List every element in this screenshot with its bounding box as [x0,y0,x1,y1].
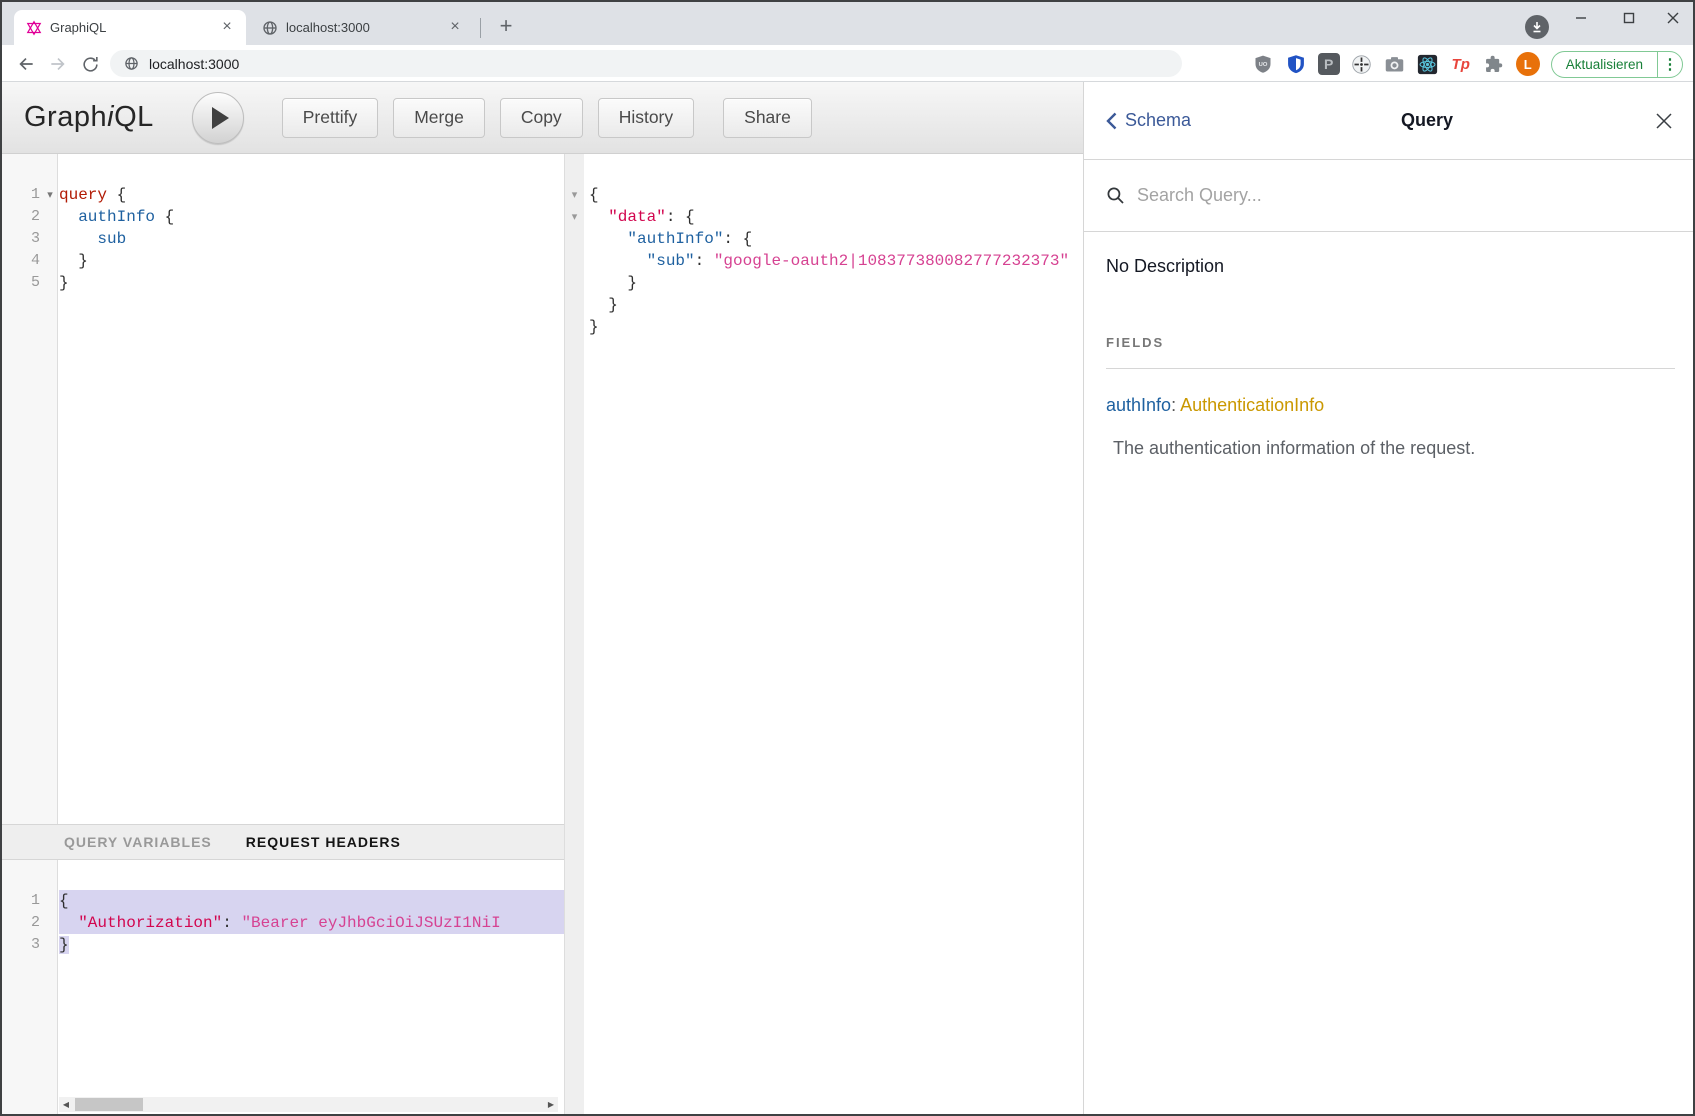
code-line[interactable]: authInfo { [59,206,564,228]
execute-query-button[interactable] [192,92,244,144]
tab-request-headers[interactable]: REQUEST HEADERS [246,834,401,850]
code-line: "authInfo": { [589,228,1083,250]
browser-toolbar: localhost:3000 UO P [2,45,1693,82]
window-close-button[interactable] [1650,2,1695,34]
fold-arrow-icon[interactable]: ▾ [43,184,57,206]
doc-search-input[interactable] [1137,185,1675,206]
play-icon [212,107,229,129]
code-line[interactable]: } [59,250,564,272]
globe-favicon-icon [262,20,278,36]
tab-graphiql[interactable]: GraphiQL × [14,10,246,45]
tab-title: localhost:3000 [286,20,438,35]
doc-explorer-header: Schema Query [1084,82,1695,160]
extensions-row: UO P [1252,49,1683,79]
crosshair-extension-icon[interactable] [1351,53,1373,75]
code-line: } [589,316,1083,338]
query-editor[interactable]: 1 2 3 4 5 ▾ query { authInfo { sub } } [2,154,564,824]
tab-close-icon[interactable]: × [446,19,464,37]
site-globe-icon [124,56,139,71]
query-code[interactable]: query { authInfo { sub } } [59,154,564,824]
doc-search-row [1084,160,1695,232]
headers-editor-gutter: 1 2 3 [2,860,58,1116]
tab-localhost[interactable]: localhost:3000 × [250,10,474,45]
doc-explorer: Schema Query No Description FIELDS authI… [1083,82,1695,1116]
browser-window: GraphiQL × localhost:3000 × + [0,0,1695,1116]
code-line: } [589,294,1083,316]
type-description: No Description [1106,256,1675,277]
address-bar[interactable]: localhost:3000 [110,50,1182,77]
code-line[interactable]: query { [59,184,564,206]
merge-button[interactable]: Merge [393,98,485,138]
scroll-right-icon[interactable]: ▶ [544,1097,558,1112]
react-devtools-extension-icon[interactable] [1417,53,1439,75]
code-line[interactable]: { [59,890,564,912]
share-button[interactable]: Share [723,98,812,138]
search-icon [1106,186,1125,205]
new-tab-button[interactable]: + [492,13,520,41]
back-button[interactable] [12,50,40,78]
download-indicator-icon[interactable] [1525,15,1549,39]
ublock-extension-icon[interactable]: UO [1252,53,1274,75]
p-extension-icon[interactable]: P [1318,53,1340,75]
tp-extension-icon[interactable]: Tp [1450,53,1472,75]
code-line[interactable]: sub [59,228,564,250]
horizontal-scrollbar[interactable]: ◀ ▶ [59,1097,558,1112]
update-chrome-button[interactable]: Aktualisieren [1551,51,1657,78]
code-line[interactable]: } [59,272,564,294]
code-line: } [589,272,1083,294]
minimize-button[interactable] [1558,2,1604,34]
copy-button[interactable]: Copy [500,98,583,138]
browser-menu-icon[interactable]: ⋮ [1657,51,1683,78]
scrollbar-thumb[interactable] [75,1098,143,1111]
doc-close-icon[interactable] [1653,110,1675,132]
tab-strip: GraphiQL × localhost:3000 × + [2,2,1693,45]
field-name-link[interactable]: authInfo [1106,395,1171,415]
profile-avatar[interactable]: L [1516,52,1540,76]
prettify-button[interactable]: Prettify [282,98,378,138]
graphiql-topbar: GraphiQL Prettify Merge Copy History Sha… [2,82,1083,154]
extensions-puzzle-icon[interactable] [1483,53,1505,75]
forward-button[interactable] [44,50,72,78]
fields-divider [1106,368,1675,369]
tab-title: GraphiQL [50,20,210,35]
url-text: localhost:3000 [149,56,239,72]
scroll-left-icon[interactable]: ◀ [59,1097,73,1112]
result-viewer: ▾ ▾ { "data": { "authInfo": { "sub": "go… [564,154,1083,1116]
code-line: "sub": "google-oauth2|108377380082777232… [589,250,1083,272]
camera-extension-icon[interactable] [1384,53,1406,75]
code-line: { [589,184,1083,206]
doc-body: No Description FIELDS authInfo: Authenti… [1084,232,1695,459]
tab-query-variables[interactable]: QUERY VARIABLES [64,834,212,850]
field-description: The authentication information of the re… [1106,438,1675,459]
request-headers-editor[interactable]: 1 2 3 { "Authorization": "Bearer eyJhbGc… [2,860,564,1116]
tab-close-icon[interactable]: × [218,19,236,37]
graphiql-logo: GraphiQL [24,101,154,134]
code-line: "data": { [589,206,1083,228]
svg-text:UO: UO [1258,62,1267,68]
chevron-left-icon [1106,112,1117,130]
bitwarden-extension-icon[interactable] [1285,53,1307,75]
graphql-favicon-icon [26,20,42,36]
field-row: authInfo: AuthenticationInfo [1106,395,1675,416]
doc-title: Query [1131,110,1653,131]
maximize-button[interactable] [1606,2,1652,34]
scrollbar-track[interactable] [73,1097,544,1112]
result-fold-gutter: ▾ ▾ [565,154,584,1116]
reload-button[interactable] [76,50,104,78]
headers-code[interactable]: { "Authorization": "Bearer eyJhbGciOiJSU… [59,860,564,1116]
history-button[interactable]: History [598,98,694,138]
fields-heading: FIELDS [1106,335,1675,350]
query-editor-gutter: 1 2 3 4 5 ▾ [2,154,58,824]
fold-arrow-icon[interactable]: ▾ [565,206,584,228]
fold-arrow-icon[interactable]: ▾ [565,184,584,206]
field-type-link[interactable]: AuthenticationInfo [1180,395,1324,415]
code-line[interactable]: "Authorization": "Bearer eyJhbGciOiJSUzI… [59,912,564,934]
secondary-editor-titlebar: QUERY VARIABLES REQUEST HEADERS [2,824,564,860]
result-json: { "data": { "authInfo": { "sub": "google… [589,154,1083,1116]
code-line[interactable]: } [59,934,564,956]
tab-separator [480,18,481,38]
